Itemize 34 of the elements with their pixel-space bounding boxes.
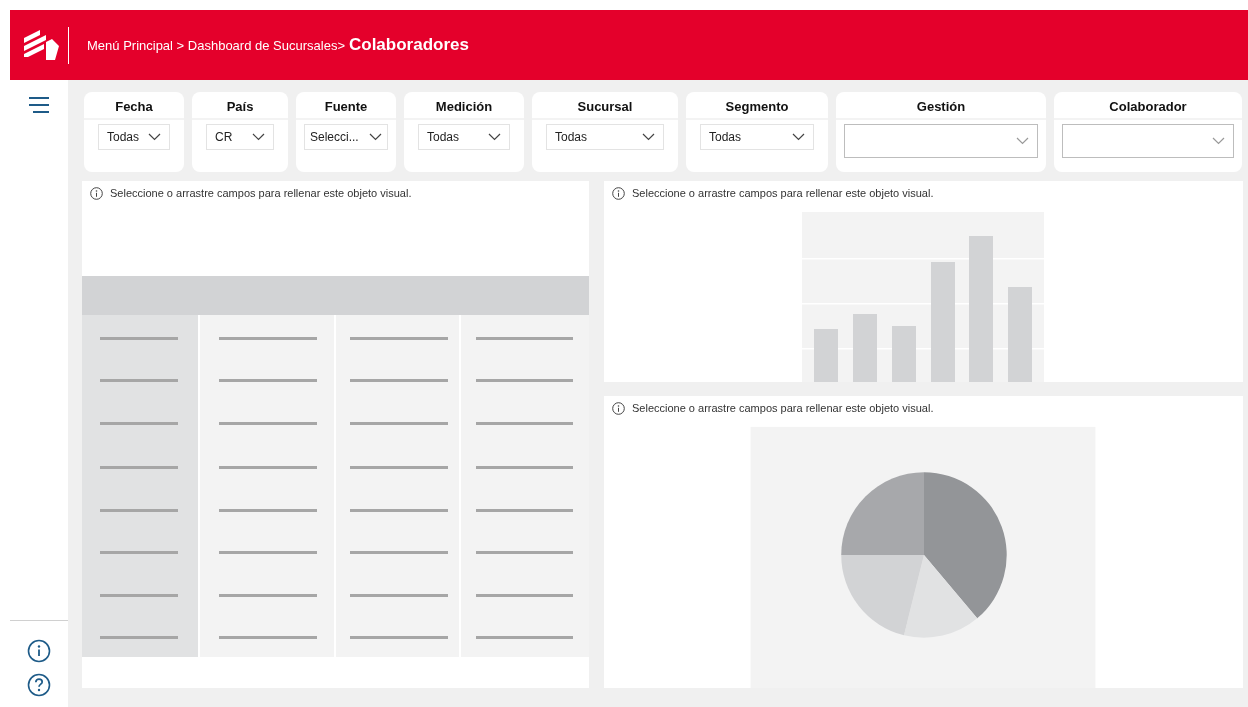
dropdown[interactable]: Todas bbox=[546, 124, 664, 150]
info-icon bbox=[90, 186, 103, 200]
chevron-down-icon bbox=[1016, 137, 1029, 145]
info-icon bbox=[612, 186, 625, 200]
chevron-down-icon bbox=[369, 133, 382, 141]
filter-label: Sucursal bbox=[532, 92, 678, 120]
chevron-down-icon bbox=[148, 133, 161, 141]
page-title: Colaboradores bbox=[349, 35, 469, 55]
breadcrumb-path: Menú Principal > Dashboard de Sucursales> bbox=[87, 37, 345, 53]
filter-label: Fuente bbox=[296, 92, 396, 120]
chevron-down-icon bbox=[642, 133, 655, 141]
help-icon[interactable] bbox=[27, 673, 51, 697]
dropdown[interactable]: Todas bbox=[700, 124, 814, 150]
placeholder-message: Seleccione o arrastre campos para rellenar este objeto visual. bbox=[632, 187, 934, 199]
dropdown[interactable]: Todas bbox=[98, 124, 170, 150]
dropdown[interactable]: Todas bbox=[418, 124, 510, 150]
filter-label: Fecha bbox=[84, 92, 184, 120]
filter-label: Colaborador bbox=[1054, 92, 1242, 120]
chevron-down-icon bbox=[488, 133, 501, 141]
info-icon[interactable] bbox=[27, 639, 51, 663]
filter-label: Gestión bbox=[836, 92, 1046, 120]
placeholder-message: Seleccione o arrastre campos para rellenar este objeto visual. bbox=[632, 402, 934, 414]
dropdown[interactable]: Selecci... bbox=[304, 124, 388, 150]
dropdown[interactable]: CR bbox=[206, 124, 274, 150]
filter-label: Medición bbox=[404, 92, 524, 120]
filter-label: País bbox=[192, 92, 288, 120]
chevron-down-icon bbox=[1212, 137, 1225, 145]
filter-label: Segmento bbox=[686, 92, 828, 120]
placeholder-message: Seleccione o arrastre campos para rellenar este objeto visual. bbox=[110, 187, 412, 199]
menu-icon[interactable] bbox=[27, 96, 51, 114]
chevron-down-icon bbox=[792, 133, 805, 141]
chevron-down-icon bbox=[252, 133, 265, 141]
info-icon bbox=[612, 401, 625, 415]
logo-icon bbox=[22, 28, 60, 62]
